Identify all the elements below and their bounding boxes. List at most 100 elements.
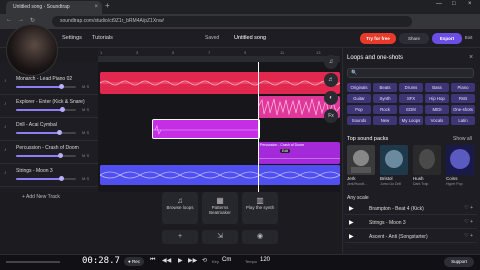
genre-chip[interactable]: Beats xyxy=(373,83,397,92)
play-icon[interactable]: ▶ xyxy=(349,219,354,226)
show-all-link[interactable]: Show all xyxy=(453,136,472,142)
pack-cover[interactable] xyxy=(413,145,441,175)
volume-slider[interactable] xyxy=(16,84,76,89)
scale-filter[interactable]: Any scale xyxy=(347,195,369,201)
browse-loops-button[interactable]: ♫ Browse loops xyxy=(162,192,198,224)
play-synth-button[interactable]: ▥ Play the synth xyxy=(242,192,278,224)
volume-knob[interactable] xyxy=(57,153,63,158)
maximize-icon[interactable]: □ xyxy=(452,1,456,7)
track-name[interactable]: Drill - Acai Cymbal xyxy=(16,122,94,128)
browser-tab[interactable]: Untitled song - Soundtrap × xyxy=(6,1,102,14)
track-header[interactable]: ♪ Percussion - Crash of Doom M S xyxy=(0,141,98,164)
tempo-value[interactable]: 120 xyxy=(260,257,270,263)
mixer-tool-icon[interactable]: ◐ xyxy=(324,91,338,105)
genre-chip[interactable]: Guitar xyxy=(347,94,371,103)
clip-crash[interactable]: Percussion - Crash of Doom Edit xyxy=(258,142,340,164)
playhead[interactable] xyxy=(258,62,259,192)
key-value[interactable]: Cm xyxy=(222,257,231,263)
volume-slider[interactable] xyxy=(16,153,76,158)
clip-strings[interactable] xyxy=(100,165,340,185)
timeline-ruler[interactable] xyxy=(98,48,340,56)
share-button[interactable]: Share xyxy=(399,33,429,44)
genre-chip[interactable]: New xyxy=(373,116,397,125)
track-header[interactable]: ♪ Monarch - Lead Piano 02 M S xyxy=(0,72,98,95)
song-title[interactable]: Untitled song xyxy=(234,35,266,41)
genre-chip[interactable]: Piano xyxy=(451,83,475,92)
edit-tag[interactable]: Edit xyxy=(280,149,291,153)
loop-item[interactable]: ▶ Ascent - Anti (Songstarter) ♡ + xyxy=(345,230,477,243)
genre-chip[interactable]: RnB xyxy=(451,94,475,103)
genre-chip[interactable]: One-shots xyxy=(451,105,475,114)
master-volume-slider[interactable] xyxy=(6,261,60,263)
loops-tool-icon[interactable]: ♫ xyxy=(324,55,338,69)
clip-piano[interactable] xyxy=(100,72,340,94)
arrangement-area[interactable]: Percussion - Crash of Doom Edit xyxy=(98,62,340,192)
loop-actions[interactable]: ♡ + xyxy=(464,219,473,225)
genre-chip[interactable]: Drums xyxy=(399,83,423,92)
volume-knob[interactable] xyxy=(60,107,66,112)
genre-chip[interactable]: MIDI xyxy=(425,105,449,114)
track-header[interactable]: ♪ Drill - Acai Cymbal M S xyxy=(0,118,98,141)
mute-solo-buttons[interactable]: M S xyxy=(82,107,89,112)
play-icon[interactable]: ▶ xyxy=(349,205,354,212)
minimize-icon[interactable]: — xyxy=(436,1,442,7)
genre-chip[interactable]: Latin xyxy=(451,116,475,125)
track-name[interactable]: Explorer - Enter (Kick & Snare) xyxy=(16,99,94,105)
effects-tool-icon[interactable]: Fx xyxy=(324,109,338,123)
genre-chip[interactable]: My Loops xyxy=(399,116,423,125)
mute-solo-buttons[interactable]: M S xyxy=(82,153,89,158)
forward-icon[interactable]: → xyxy=(18,17,24,23)
track-name[interactable]: Percussion - Crash of Doom xyxy=(16,145,94,151)
genre-chip[interactable]: Hip Hop xyxy=(425,94,449,103)
genre-chip[interactable]: EDM xyxy=(399,105,423,114)
mute-solo-buttons[interactable]: M S xyxy=(82,84,89,89)
volume-slider[interactable] xyxy=(16,176,76,181)
close-window-icon[interactable]: × xyxy=(468,1,472,7)
genre-chip[interactable]: Bass xyxy=(425,83,449,92)
loop-icon[interactable]: ⟲ xyxy=(202,257,207,264)
add-track-button[interactable]: + Add New Track xyxy=(22,194,60,200)
exit-button[interactable]: Exit xyxy=(465,35,473,40)
tutorials-link[interactable]: Tutorials xyxy=(92,35,113,41)
sidebar-close-icon[interactable]: × xyxy=(469,54,473,61)
genre-chip[interactable]: Vocals xyxy=(425,116,449,125)
genre-chip[interactable]: SFX xyxy=(399,94,423,103)
support-button[interactable]: Support xyxy=(444,257,474,267)
volume-knob[interactable] xyxy=(58,84,64,89)
play-icon[interactable]: ▶ xyxy=(178,257,183,264)
track-name[interactable]: Monarch - Lead Piano 02 xyxy=(16,76,94,82)
new-tab-icon[interactable]: + xyxy=(105,1,110,10)
volume-knob[interactable] xyxy=(59,176,65,181)
loop-item[interactable]: ▶ Brampton - Beat 4 (Kick) ♡ + xyxy=(345,202,477,215)
record-audio-icon[interactable]: ◉ xyxy=(242,230,278,244)
instruments-tool-icon[interactable]: ♬ xyxy=(324,73,338,87)
mute-solo-buttons[interactable]: M S xyxy=(82,130,89,135)
volume-knob[interactable] xyxy=(56,130,62,135)
back-icon[interactable]: ← xyxy=(6,17,12,23)
loop-item[interactable]: ▶ Strings - Moon 3 ♡ + xyxy=(345,216,477,229)
track-name[interactable]: Strings - Moon 3 xyxy=(16,168,94,174)
loop-actions[interactable]: ♡ + xyxy=(464,205,473,211)
tab-close-icon[interactable]: × xyxy=(94,1,98,14)
settings-link[interactable]: Settings xyxy=(62,35,82,41)
forward-icon[interactable]: ▶▶ xyxy=(188,257,197,264)
genre-chip[interactable]: Rock xyxy=(373,105,397,114)
record-button[interactable]: ● Rec xyxy=(124,257,144,266)
export-button[interactable]: Export xyxy=(432,33,462,44)
genre-chip[interactable]: Synth xyxy=(373,94,397,103)
pack-cover[interactable] xyxy=(446,145,474,175)
genre-chip[interactable]: Sounds xyxy=(347,116,371,125)
patterns-button[interactable]: ▦ Patterns Beatmaker xyxy=(202,192,238,224)
try-free-button[interactable]: Try for free xyxy=(360,33,396,44)
volume-slider[interactable] xyxy=(16,107,76,112)
loop-search-input[interactable]: 🔍 xyxy=(347,68,474,78)
track-header[interactable]: ♪ Strings - Moon 3 M S xyxy=(0,164,98,187)
play-icon[interactable]: ▶ xyxy=(349,233,354,240)
pack-cover[interactable] xyxy=(380,145,408,175)
pack-cover[interactable] xyxy=(347,145,375,175)
genre-chip[interactable]: Pop xyxy=(347,105,371,114)
address-bar[interactable]: soundtrap.com/studio/ct9Z1r_bRM4A/pZ1Xnw… xyxy=(52,16,412,27)
rewind-icon[interactable]: ⏮ xyxy=(150,257,155,264)
loop-actions[interactable]: ♡ + xyxy=(464,233,473,239)
import-icon[interactable]: ⇲ xyxy=(202,230,238,244)
